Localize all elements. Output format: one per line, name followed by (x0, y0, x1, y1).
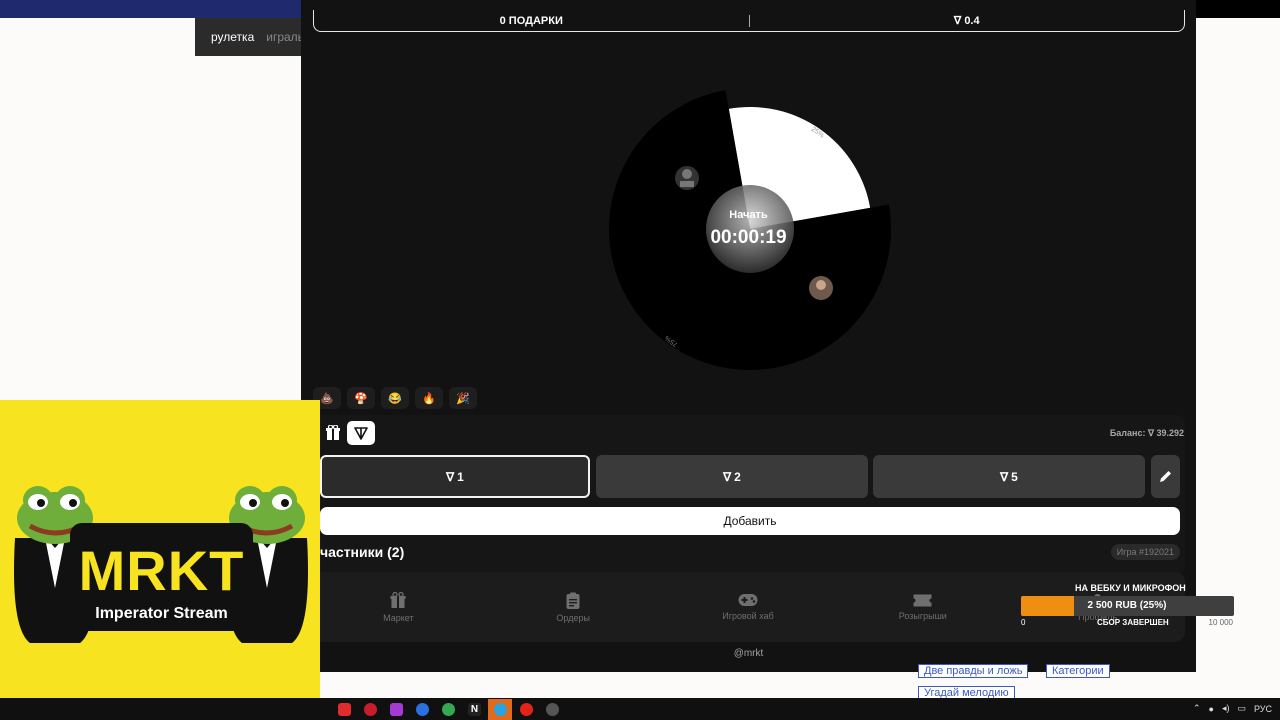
pencil-icon (1160, 471, 1171, 482)
footer-handle: @mrkt (733, 648, 764, 659)
balance-label: Баланс: ∇ 39.292 (1109, 428, 1184, 438)
ton-icon: ∇ (723, 469, 732, 484)
link-two-truths[interactable]: Две правды и ложь (918, 664, 1029, 678)
avatar (809, 276, 833, 300)
ton-icon: ∇ (446, 469, 455, 484)
nav-label: Ордеры (556, 612, 590, 623)
edit-amount-button[interactable] (1151, 455, 1180, 498)
logo-title: MRKT (78, 539, 245, 602)
ton-currency-toggle[interactable] (347, 421, 375, 445)
settings-icon[interactable] (546, 703, 559, 716)
reaction-party-icon[interactable]: 🎉 (449, 387, 477, 409)
opera-icon[interactable] (364, 703, 377, 716)
network-icon[interactable]: ▭ (1237, 703, 1246, 714)
clipboard-icon (566, 592, 580, 609)
tab-games[interactable]: игральн (266, 30, 305, 44)
mail-icon[interactable] (416, 703, 429, 716)
amount-value: 5 (1011, 469, 1018, 484)
ton-icon (354, 426, 368, 440)
nav-giveaways[interactable]: Розыгрыши (835, 572, 1010, 642)
top-tabs: 0 ПОДАРКИ ∇ 0.4 (313, 10, 1185, 32)
game-app: 0 ПОДАРКИ ∇ 0.4 25% 75% Начать 00:00:19 💩… (301, 0, 1196, 672)
ton-tab-value: 0.4 (964, 15, 980, 27)
gift-icon (390, 591, 406, 608)
ton-icon: ∇ (1000, 469, 1009, 484)
system-tray: ⌃ ● ◂) ▭ РУС (1193, 703, 1272, 714)
nav-market[interactable]: Маркет (311, 572, 486, 642)
donation-title: НА ВЕБКУ И МИКРОФОН (1075, 583, 1186, 593)
start-label: Начать (729, 209, 768, 221)
volume-icon[interactable]: ◂) (1222, 703, 1230, 714)
countdown-timer: 00:00:19 (710, 227, 787, 248)
telegram-icon[interactable] (494, 703, 507, 716)
amount-value: 2 (734, 469, 741, 484)
reaction-mushroom-icon[interactable]: 🍄 (347, 387, 375, 409)
yandex-browser-icon[interactable] (520, 703, 533, 716)
gifts-tab[interactable]: 0 ПОДАРКИ (314, 15, 749, 27)
stream-logo: MRKT Imperator Stream (0, 400, 320, 720)
donation-status: СБОР ЗАВЕРШЕН (1097, 618, 1169, 627)
add-button[interactable]: Добавить (320, 507, 1180, 535)
gift-icon[interactable] (326, 424, 340, 441)
gamepad-icon (738, 594, 758, 606)
participants-title: частники (2) (320, 544, 405, 560)
reaction-fire-icon[interactable]: 🔥 (415, 387, 443, 409)
notion-icon[interactable]: N (468, 703, 481, 716)
nav-orders[interactable]: Ордеры (486, 572, 661, 642)
amount-button-2[interactable]: ∇ 2 (596, 455, 868, 498)
microphone-icon[interactable]: ● (1209, 704, 1214, 714)
donation-goal-widget: НА ВЕБКУ И МИКРОФОН 2 500 RUB (25%) 0 СБ… (1019, 580, 1235, 630)
reaction-laugh-icon[interactable]: 😂 (381, 387, 409, 409)
avatar (675, 166, 699, 190)
nav-label: Игровой хаб (722, 611, 774, 621)
amount-button-1[interactable]: ∇ 1 (320, 455, 590, 498)
amount-button-5[interactable]: ∇ 5 (873, 455, 1145, 498)
ton-icon: ∇ (953, 15, 965, 27)
taskbar (0, 698, 1280, 720)
yandex-icon[interactable] (338, 703, 351, 716)
tab-roulette[interactable]: рулетка (211, 30, 254, 44)
link-categories[interactable]: Категории (1046, 664, 1110, 678)
donation-min: 0 (1021, 618, 1026, 627)
chevron-up-icon[interactable]: ⌃ (1193, 703, 1201, 714)
ton-tab[interactable]: ∇ 0.4 (750, 14, 1185, 27)
nav-game-hub[interactable]: Игровой хаб (661, 572, 836, 642)
reaction-bar: 💩 🍄 😂 🔥 🎉 (313, 387, 477, 409)
amount-value: 1 (457, 469, 464, 484)
language-indicator[interactable]: РУС (1254, 704, 1272, 714)
browser-tab-strip: рулетка игральн (195, 18, 305, 56)
chrome-icon[interactable] (442, 703, 455, 716)
ticket-icon (913, 594, 932, 606)
nav-label: Розыгрыши (898, 610, 947, 621)
game-id-badge: Игра #192021 (1110, 544, 1180, 560)
logo-subtitle: Imperator Stream (95, 605, 228, 622)
app-icon[interactable] (390, 703, 403, 716)
nav-label: Маркет (383, 612, 414, 623)
donation-amount: 2 500 RUB (25%) (1087, 600, 1167, 611)
donation-max: 10 000 (1208, 618, 1233, 627)
